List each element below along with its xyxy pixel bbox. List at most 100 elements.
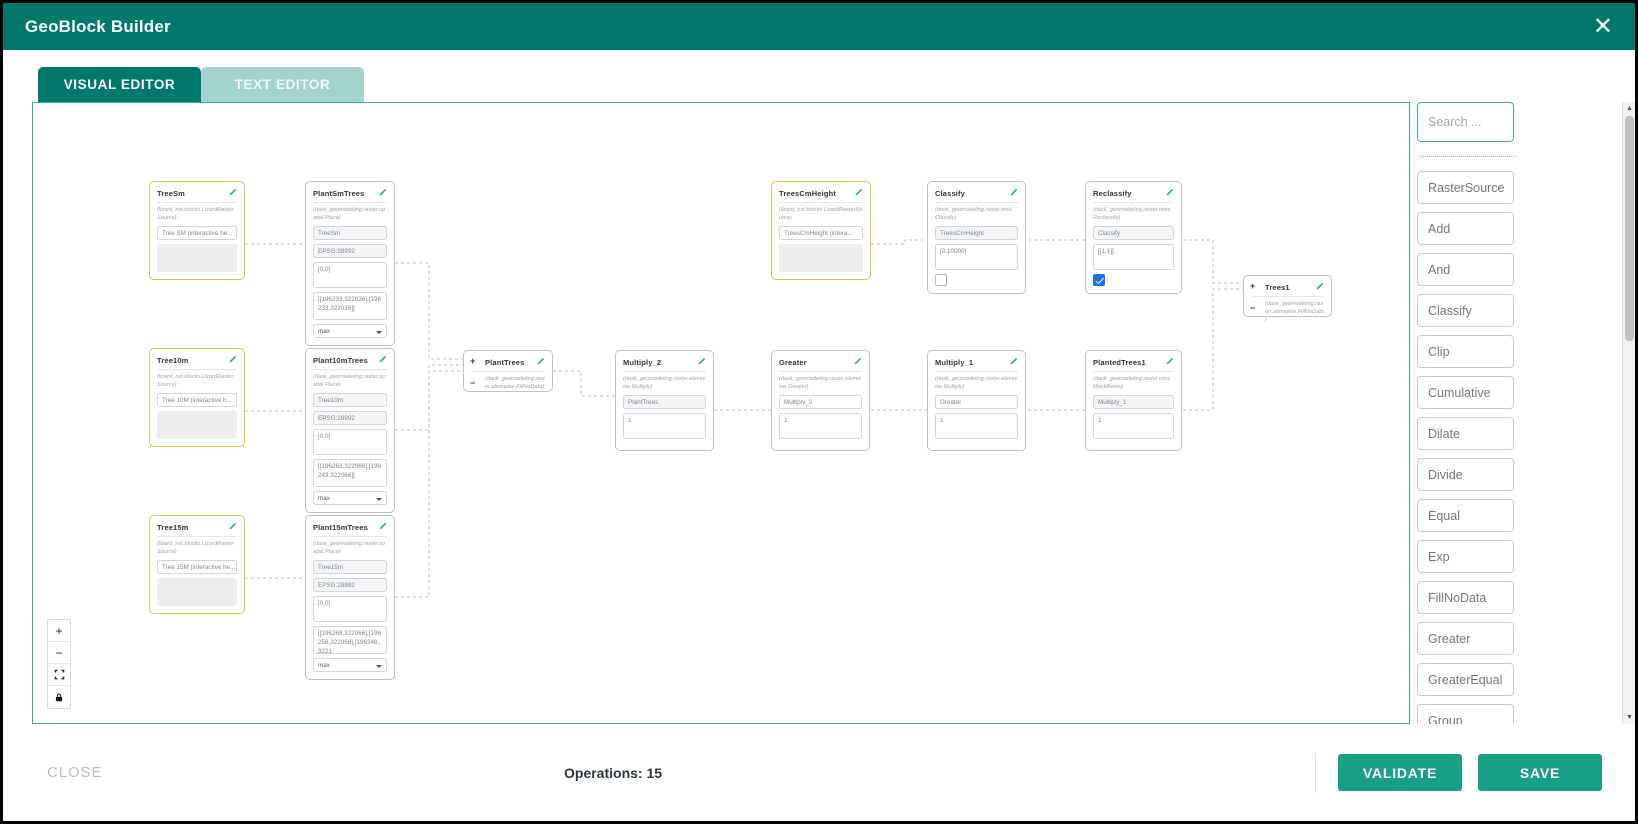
- node-field-store[interactable]: Tree15m: [313, 560, 387, 575]
- close-button[interactable]: CLOSE: [47, 764, 102, 781]
- close-icon[interactable]: ✕: [1593, 14, 1613, 39]
- node-field-coordinates[interactable]: [[196233,322036],[196233,322036]]: [313, 292, 387, 321]
- edit-pencil-icon[interactable]: [1165, 357, 1174, 368]
- remove-input-icon[interactable]: −: [470, 379, 475, 388]
- edit-pencil-icon[interactable]: [1165, 188, 1174, 199]
- node-field-a[interactable]: Greater: [935, 395, 1018, 410]
- edit-pencil-icon[interactable]: [228, 188, 237, 199]
- block-item-classify[interactable]: Classify: [1417, 294, 1514, 327]
- block-item-group[interactable]: Group: [1417, 704, 1514, 724]
- search-input[interactable]: Search ...: [1417, 102, 1514, 142]
- node-field-statistic-select[interactable]: max: [313, 324, 387, 339]
- node-subtitle: (dask_geomodeling.raster.elemwise.FillNo…: [485, 376, 545, 391]
- node-multiply-1[interactable]: Multiply_1 (dask_geomodeling.raster.elem…: [927, 350, 1026, 452]
- node-field-store[interactable]: Classify: [1093, 226, 1174, 241]
- node-tree10m[interactable]: Tree10m (lizard_nxt.blocks.LizardRasterS…: [149, 348, 245, 448]
- node-field-b[interactable]: 1: [779, 413, 862, 440]
- block-item-divide[interactable]: Divide: [1417, 458, 1514, 491]
- add-input-icon[interactable]: +: [470, 357, 475, 366]
- block-item-and[interactable]: And: [1417, 253, 1514, 286]
- node-reclassify[interactable]: Reclassify (dask_geomodeling.raster.misc…: [1085, 181, 1182, 295]
- edit-pencil-icon[interactable]: [1009, 188, 1018, 199]
- zoom-out-icon[interactable]: −: [48, 642, 70, 664]
- edit-pencil-icon[interactable]: [1009, 357, 1018, 368]
- node-field-store[interactable]: TreesCmHeight: [935, 226, 1018, 241]
- block-item-dilate[interactable]: Dilate: [1417, 417, 1514, 450]
- graph-canvas[interactable]: TreeSm (lizard_nxt.blocks.LizardRasterSo…: [32, 102, 1410, 724]
- node-field-coordinates[interactable]: [[196263,322066],[196243,322066]]: [313, 459, 387, 488]
- node-multiply-2[interactable]: Multiply_2 (dask_geomodeling.raster.elem…: [615, 350, 714, 452]
- node-field-store[interactable]: Multiply_1: [1093, 395, 1174, 410]
- node-field-a[interactable]: Multiply_2: [779, 395, 862, 410]
- node-classify[interactable]: Classify (dask_geomodeling.raster.misc.C…: [927, 181, 1026, 295]
- node-title: Classify: [935, 189, 965, 198]
- node-plant15mtrees[interactable]: Plant15mTrees (dask_geomodeling.raster.s…: [305, 515, 395, 681]
- node-trees1[interactable]: + Trees1 (dask_geomodeling.raster.elemwi…: [1243, 275, 1332, 323]
- node-field-bins[interactable]: [0,10000]: [935, 244, 1018, 271]
- node-field-right-checkbox[interactable]: [935, 274, 947, 287]
- node-field-store[interactable]: TreeSm: [313, 226, 387, 241]
- remove-input-icon[interactable]: −: [1250, 304, 1255, 313]
- edit-pencil-icon[interactable]: [228, 355, 237, 366]
- node-plant10mtrees[interactable]: Plant10mTrees (dask_geomodeling.raster.s…: [305, 348, 395, 514]
- node-field-b[interactable]: 1: [623, 413, 706, 440]
- node-field-statistic-select[interactable]: max: [313, 658, 387, 673]
- edit-pencil-icon[interactable]: [228, 522, 237, 533]
- node-field-source[interactable]: Tree 15M (interactive he...: [157, 560, 237, 575]
- scroll-up-arrow[interactable]: ▲: [1623, 102, 1635, 115]
- lock-icon[interactable]: [48, 686, 70, 708]
- edit-pencil-icon[interactable]: [697, 357, 706, 368]
- node-greater[interactable]: Greater (dask_geomodeling.raster.elemwis…: [771, 350, 870, 452]
- block-item-cumulative[interactable]: Cumulative: [1417, 376, 1514, 409]
- block-item-exp[interactable]: Exp: [1417, 540, 1514, 573]
- node-tree15m[interactable]: Tree15m (lizard_nxt.blocks.LizardRasterS…: [149, 515, 245, 615]
- save-button[interactable]: SAVE: [1478, 754, 1602, 791]
- node-field-coordinates[interactable]: [[196268,322066],[196258,322066],[196248…: [313, 626, 387, 655]
- node-field-source[interactable]: TreesCmHeight (intera...: [779, 226, 863, 241]
- block-item-add[interactable]: Add: [1417, 212, 1514, 245]
- node-field-data[interactable]: [[1,1]]: [1093, 244, 1174, 271]
- add-input-icon[interactable]: +: [1250, 282, 1255, 291]
- block-item-equal[interactable]: Equal: [1417, 499, 1514, 532]
- edit-pencil-icon[interactable]: [854, 188, 863, 199]
- node-plantedtrees1[interactable]: PlantedTrees1 (dask_geomodeling.raster.m…: [1085, 350, 1182, 452]
- node-treescmheight[interactable]: TreesCmHeight (lizard_nxt.blocks.LizardR…: [771, 181, 871, 281]
- node-field-projection[interactable]: EPSG:28992: [313, 578, 387, 593]
- block-item-greaterequal[interactable]: GreaterEqual: [1417, 663, 1514, 696]
- validate-button[interactable]: VALIDATE: [1338, 754, 1462, 791]
- node-field-statistic-select[interactable]: max: [313, 491, 387, 506]
- node-field-anchor[interactable]: [0,0]: [313, 262, 387, 289]
- fit-view-icon[interactable]: [48, 664, 70, 686]
- node-field-source[interactable]: Tree 10M (interactive h...: [157, 393, 237, 408]
- edit-pencil-icon[interactable]: [853, 357, 862, 368]
- edit-pencil-icon[interactable]: [536, 357, 545, 368]
- block-item-clip[interactable]: Clip: [1417, 335, 1514, 368]
- node-field-store[interactable]: Tree10m: [313, 393, 387, 408]
- node-planttrees[interactable]: + PlantTrees (dask_geomodeling.raster.el…: [463, 350, 553, 392]
- title-bar: GeoBlock Builder ✕: [3, 3, 1635, 50]
- node-field-projection[interactable]: EPSG:28992: [313, 411, 387, 426]
- tab-text-editor[interactable]: TEXT EDITOR: [201, 67, 364, 102]
- edit-pencil-icon[interactable]: [378, 522, 387, 533]
- node-plantsmtrees[interactable]: PlantSmTrees (dask_geomodeling.raster.sp…: [305, 181, 395, 347]
- edit-pencil-icon[interactable]: [378, 188, 387, 199]
- node-treesm[interactable]: TreeSm (lizard_nxt.blocks.LizardRasterSo…: [149, 181, 245, 281]
- node-field-a[interactable]: PlantTrees: [623, 395, 706, 410]
- block-item-fillnodata[interactable]: FillNoData: [1417, 581, 1514, 614]
- node-field-select-checkbox[interactable]: [1093, 274, 1105, 287]
- tab-visual-editor[interactable]: VISUAL EDITOR: [38, 67, 201, 102]
- sidebar-scrollbar[interactable]: ▲ ▼: [1622, 102, 1635, 724]
- node-field-anchor[interactable]: [0,0]: [313, 596, 387, 623]
- edit-pencil-icon[interactable]: [378, 355, 387, 366]
- node-field-projection[interactable]: EPSG:28992: [313, 244, 387, 259]
- node-field-source[interactable]: Tree SM (interactive he...: [157, 226, 237, 241]
- zoom-in-icon[interactable]: +: [48, 620, 70, 642]
- node-field-b[interactable]: 1: [935, 413, 1018, 440]
- node-field-value[interactable]: 1: [1093, 413, 1174, 440]
- node-field-anchor[interactable]: [0,0]: [313, 429, 387, 456]
- block-item-greater[interactable]: Greater: [1417, 622, 1514, 655]
- scroll-down-arrow[interactable]: ▼: [1623, 711, 1635, 724]
- edit-pencil-icon[interactable]: [1315, 282, 1324, 293]
- scrollbar-thumb[interactable]: [1625, 116, 1634, 341]
- block-item-rastersource[interactable]: RasterSource: [1417, 171, 1514, 204]
